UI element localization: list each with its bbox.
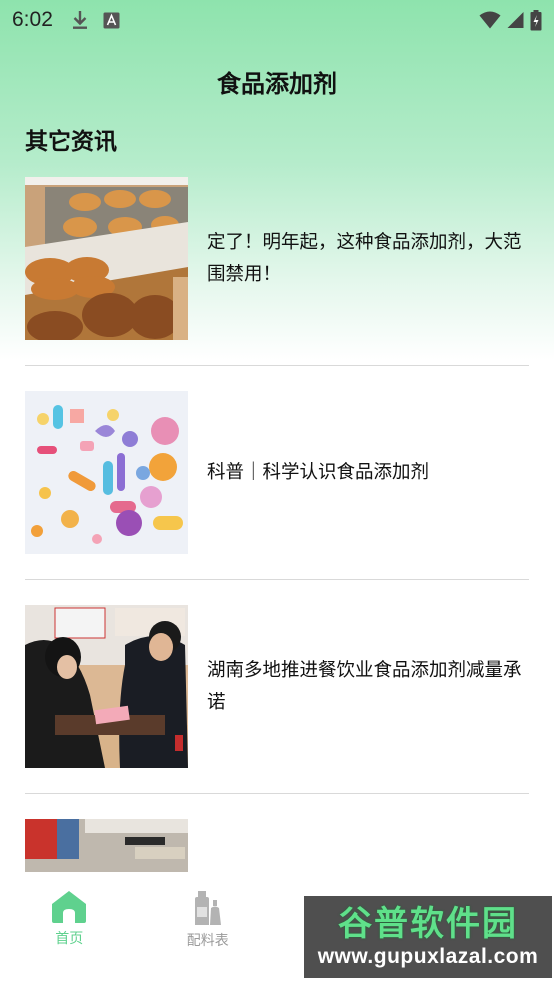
candy-illustration-image: [25, 391, 188, 554]
battery-icon: [530, 9, 542, 30]
home-icon: [52, 891, 87, 923]
news-item-1[interactable]: 定了！明年起，这种食品添加剂，大范围禁用！: [25, 177, 529, 340]
bread-pastry-image: [25, 177, 188, 340]
page-title: 食品添加剂: [217, 69, 337, 98]
watermark-text: 谷普软件园: [338, 904, 518, 944]
news-item-2[interactable]: 科普｜科学认识食品添加剂: [25, 391, 529, 554]
download-icon: [72, 11, 87, 29]
section-title: 其它资讯: [25, 129, 117, 155]
tab-home[interactable]: 首页: [0, 872, 139, 984]
divider: [25, 365, 529, 366]
inspection-photo-image: [25, 605, 188, 768]
news-title: 科普｜科学认识食品添加剂: [207, 461, 430, 483]
news-thumbnail: [25, 177, 188, 340]
watermark-logo: 谷普软件园 www.gupuxlazal.com: [304, 896, 552, 978]
status-notification-icons: [71, 10, 120, 30]
divider: [25, 579, 529, 580]
watermark-url: www.gupuxlazal.com: [317, 945, 539, 968]
app-notification-icon: [103, 12, 120, 28]
tab-ingredients[interactable]: 配料表: [139, 872, 278, 984]
divider: [25, 793, 529, 794]
news-thumbnail: [25, 605, 188, 768]
news-title: 定了！明年起，这种食品添加剂，大范围禁用！: [207, 231, 522, 285]
bottles-icon: [194, 891, 221, 925]
tab-label: 配料表: [186, 933, 229, 949]
tab-label: 首页: [55, 931, 84, 947]
news-thumbnail: [25, 391, 188, 554]
wifi-icon: [479, 11, 501, 29]
status-bar: 6:02: [0, 0, 554, 40]
news-item-3[interactable]: 湖南多地推进餐饮业食品添加剂减量承诺: [25, 605, 529, 768]
status-time: 6:02: [12, 8, 53, 31]
news-title: 湖南多地推进餐饮业食品添加剂减量承诺: [207, 659, 522, 713]
title-bar: 食品添加剂: [0, 56, 554, 106]
signal-icon: [507, 12, 524, 28]
status-system-icons: [479, 9, 542, 31]
news-list: 定了！明年起，这种食品添加剂，大范围禁用！ 科普｜科学认识食品添加剂 湖南多地推…: [25, 177, 529, 982]
